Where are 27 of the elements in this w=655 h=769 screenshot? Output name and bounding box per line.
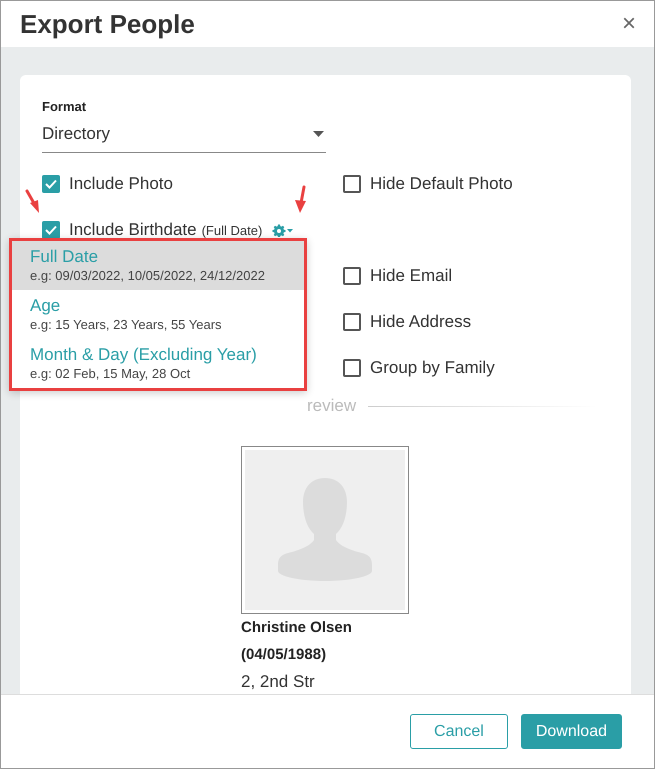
menu-item[interactable]: Full Date e.g: 09/03/2022, 10/05/2022, 24/12/2022	[12, 241, 304, 290]
person-name: Christine Olsen	[241, 618, 353, 638]
checkbox[interactable]	[343, 359, 361, 377]
preview-heading: review	[307, 396, 356, 416]
checkbox[interactable]	[42, 221, 60, 239]
checkbox[interactable]	[42, 175, 60, 193]
option-note: (Full Date)	[202, 222, 262, 238]
option-label: Include Birthdate	[69, 220, 197, 240]
option-label: Hide Email	[370, 266, 452, 286]
option-label: Group by Family	[370, 358, 495, 378]
option-label: Include Photo	[69, 174, 173, 194]
caret-icon	[313, 130, 324, 136]
settings-dropdown-button[interactable]	[271, 223, 294, 237]
checkbox[interactable]	[343, 267, 361, 285]
checkbox[interactable]	[343, 313, 361, 331]
person-address: 2, 2nd Str	[241, 671, 316, 693]
close-button[interactable]: ×	[618, 10, 640, 38]
person-birthdate: (04/05/1988)	[241, 645, 328, 665]
menu-item[interactable]: Age e.g: 15 Years, 23 Years, 55 Years	[12, 290, 304, 339]
option-label: Hide Address	[370, 312, 472, 332]
dialog-title: Export People	[20, 8, 195, 40]
format-select[interactable]: Directory	[42, 115, 326, 153]
option-label: Hide Default Photo	[370, 174, 513, 194]
arrow-icon	[24, 189, 42, 215]
format-label: Format	[42, 99, 88, 115]
menu-item[interactable]: Month & Day (Excluding Year) e.g: 02 Feb, 15 May, 28 Oct	[12, 339, 304, 388]
checkbox[interactable]	[343, 175, 361, 193]
